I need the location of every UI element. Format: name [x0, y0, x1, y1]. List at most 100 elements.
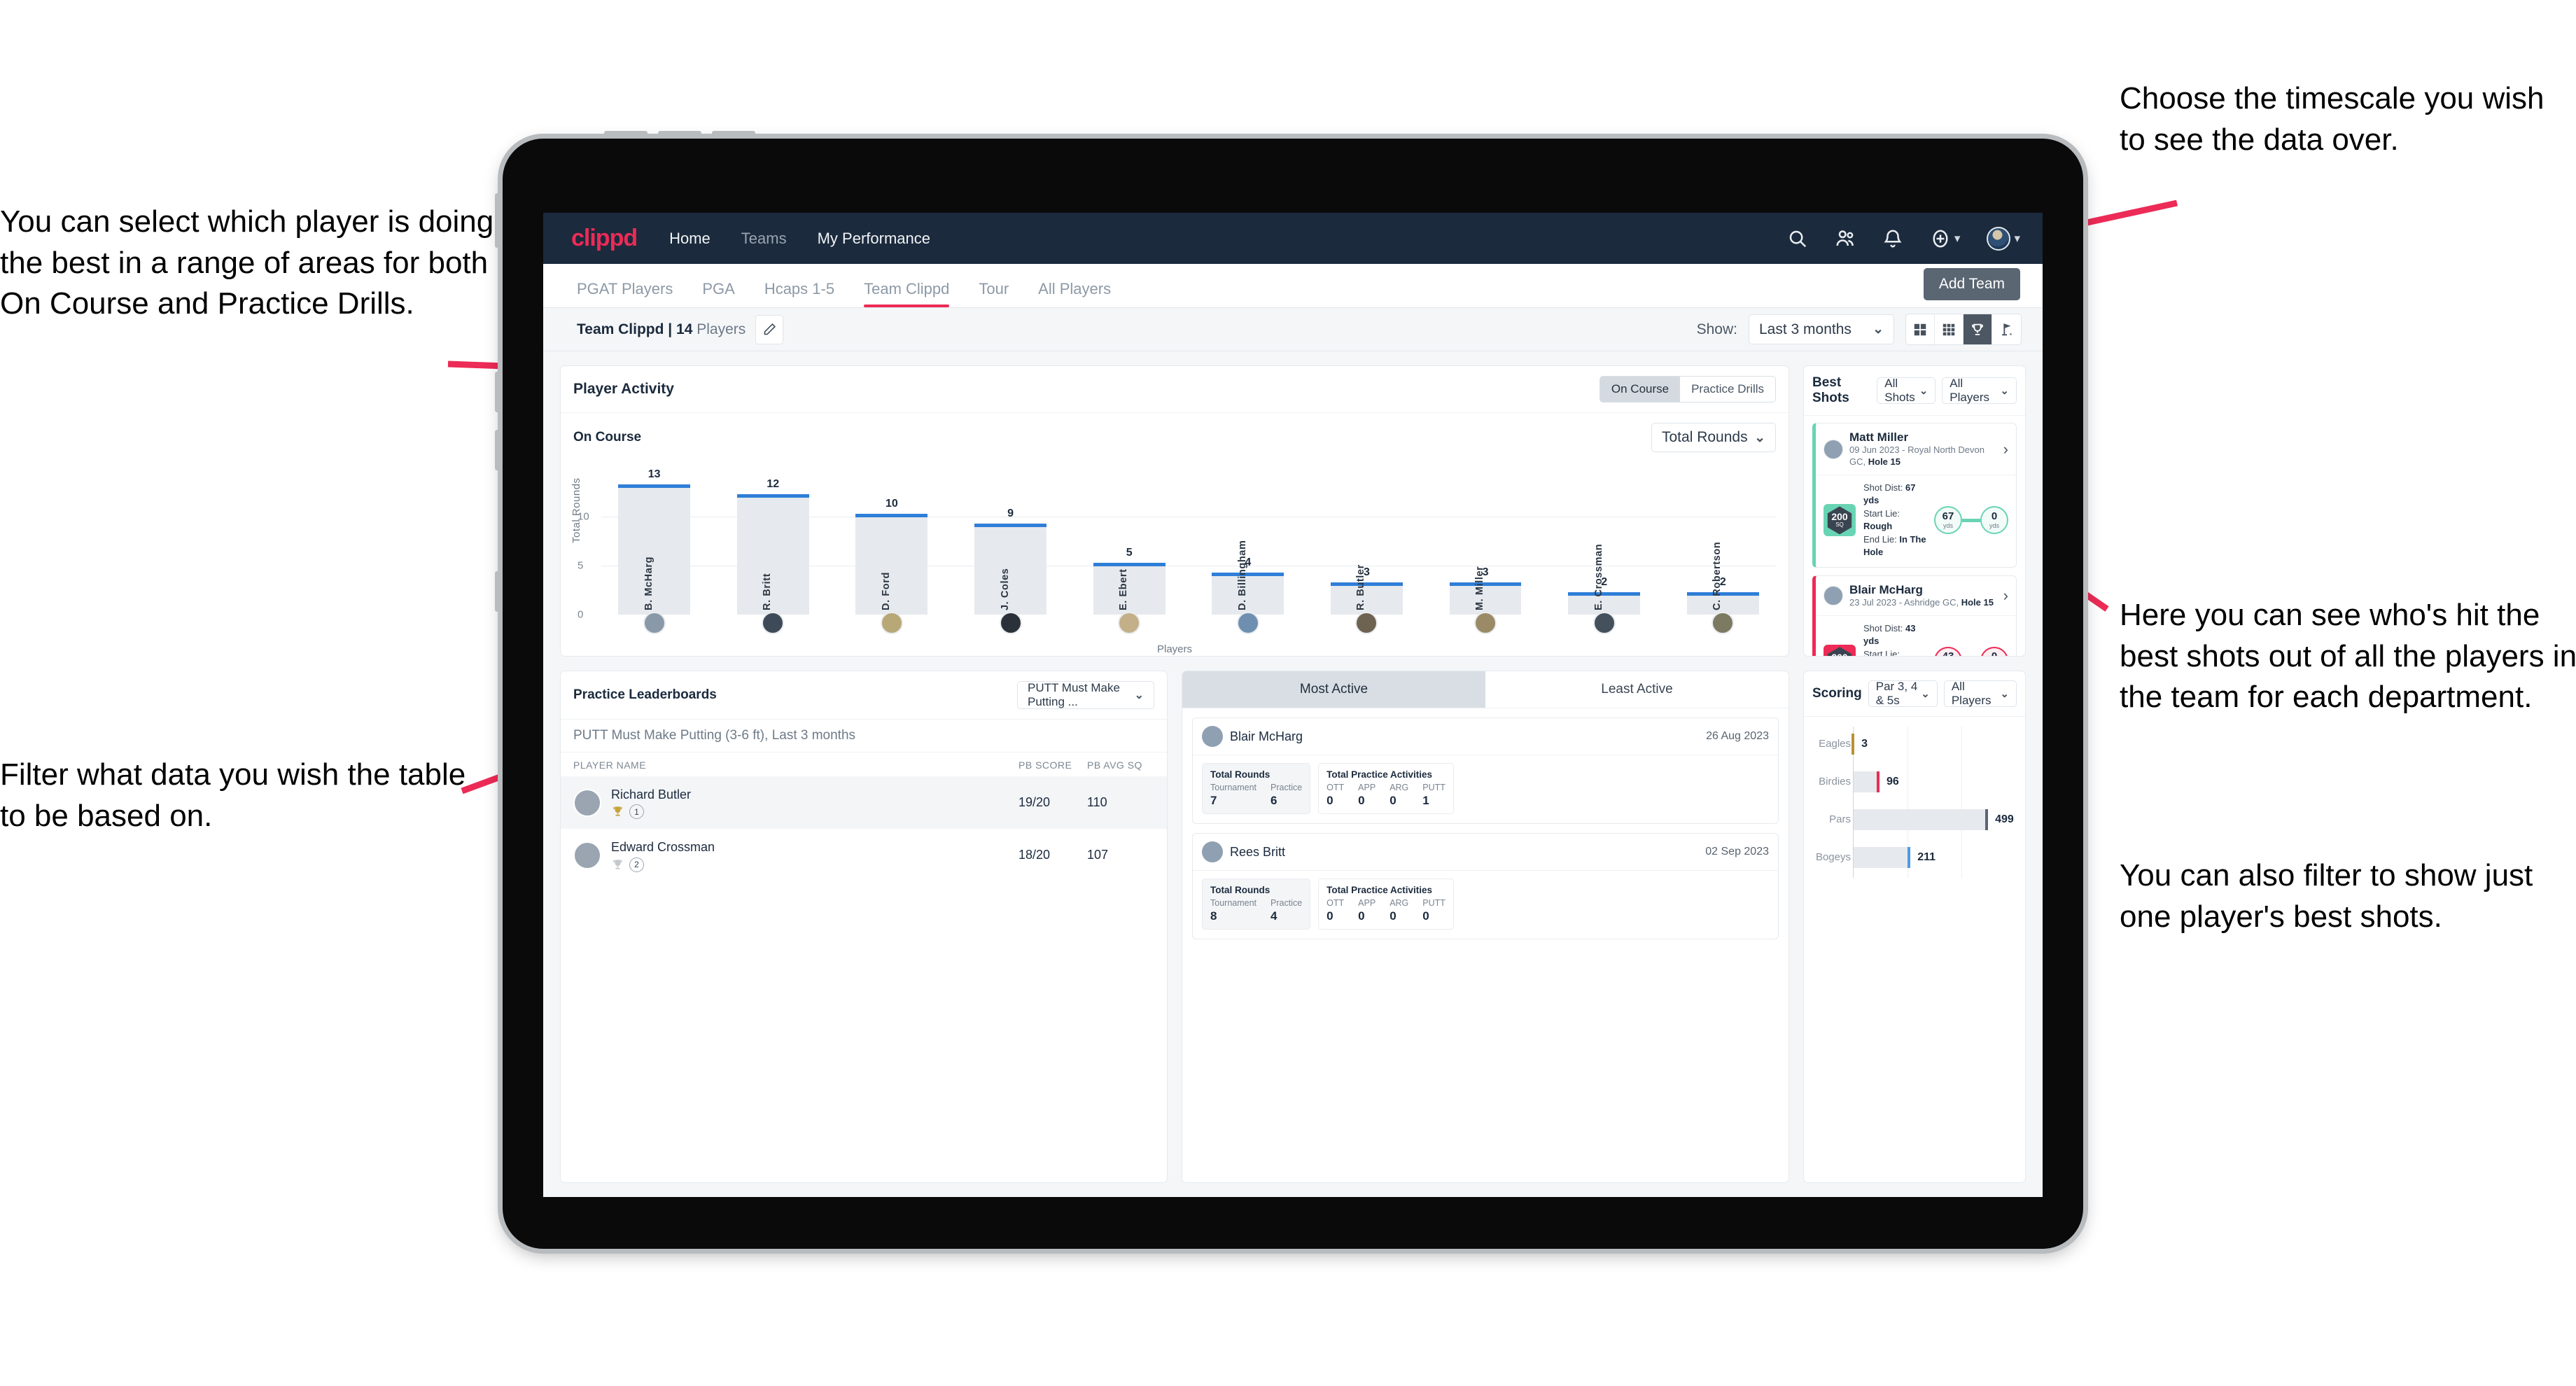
shot-distance-line: Shot Dist: 43 yds — [1863, 622, 1916, 647]
chevron-down-icon: ⌄ — [1134, 690, 1144, 701]
scoring-header: Scoring Par 3, 4 & 5s ⌄ All Players ⌄ — [1804, 671, 2025, 717]
best-shots-player-filter[interactable]: All Players ⌄ — [1942, 377, 2017, 404]
chart-bar[interactable]: D. Billingham — [1212, 540, 1284, 615]
nav-link-home[interactable]: Home — [669, 230, 710, 248]
plus-circle-icon[interactable] — [1930, 228, 1951, 249]
scoring-row[interactable]: Pars 499 — [1829, 808, 2015, 830]
chart-bar-column[interactable]: 13 B. McHarg — [601, 468, 707, 615]
chevron-right-icon[interactable]: › — [2003, 587, 2008, 605]
distance-from: 67 yds — [1934, 506, 1962, 535]
activity-player-card[interactable]: Blair McHarg 26 Aug 2023 Total Rounds Tourn… — [1192, 718, 1779, 824]
tab-team-clippd[interactable]: Team Clippd — [864, 280, 950, 307]
view-toggle-grid-2x2[interactable] — [1906, 314, 1935, 344]
tab-pga[interactable]: PGA — [702, 280, 734, 307]
view-toggle-trophy[interactable] — [1963, 314, 1992, 344]
scoring-player-filter[interactable]: All Players ⌄ — [1943, 680, 2017, 707]
toolbar-right-controls: Show: Last 3 months ⌄ — [1697, 314, 2022, 345]
avatar[interactable] — [1355, 612, 1378, 634]
activity-practice-value: 0 — [1390, 794, 1396, 807]
distance-to: 0yds — [1980, 506, 2008, 535]
bell-icon[interactable] — [1882, 228, 1903, 249]
chevron-down-icon: ⌄ — [1872, 322, 1884, 337]
chart-bar[interactable]: B. McHarg — [618, 484, 690, 615]
scoring-row[interactable]: Eagles 3 — [1819, 733, 2015, 755]
segment-practice-drills[interactable]: Practice Drills — [1680, 377, 1775, 402]
chart-bar[interactable]: R. Britt — [736, 494, 809, 615]
scoring-bar-tip — [1851, 733, 1855, 755]
nav-link-my-performance[interactable]: My Performance — [818, 230, 930, 248]
chart-bar[interactable]: D. Ford — [855, 514, 928, 615]
add-menu[interactable]: ▾ — [1930, 228, 1960, 249]
activity-player-card[interactable]: Rees Britt 02 Sep 2023 Total Rounds Tournam… — [1192, 833, 1779, 939]
chart-y-tick: 5 — [578, 559, 584, 572]
tab-all-players[interactable]: All Players — [1038, 280, 1111, 307]
avatar[interactable] — [999, 612, 1022, 634]
chart-bar[interactable]: E. Ebert — [1093, 563, 1166, 615]
add-team-button[interactable]: Add Team — [1923, 268, 2020, 300]
chart-bar-cap — [618, 484, 690, 488]
chart-bar-column[interactable]: 3 M. Miller — [1432, 477, 1538, 615]
activity-practice-stat: APP 0 — [1358, 898, 1376, 923]
avatar[interactable] — [643, 612, 666, 634]
tab-least-active[interactable]: Least Active — [1485, 671, 1788, 708]
chart-bar-column[interactable]: 5 E. Ebert — [1077, 477, 1182, 615]
table-row[interactable]: Richard Butler 1 19/20 110 — [561, 776, 1167, 830]
avatar[interactable] — [1236, 612, 1259, 634]
chart-bar[interactable]: M. Miller — [1449, 566, 1522, 615]
avatar[interactable] — [1592, 612, 1616, 634]
total-practice-title: Total Practice Activities — [1326, 885, 1432, 895]
clippd-logo[interactable]: clippd — [571, 225, 638, 252]
total-rounds-stats: Tournament 7 Practice 6 — [1210, 783, 1302, 808]
tab-hcaps-1-5[interactable]: Hcaps 1-5 — [764, 280, 834, 307]
activity-round-stat: Practice 6 — [1270, 783, 1302, 808]
view-toggle-grid-3x3[interactable] — [1935, 314, 1963, 344]
chart-avatar-cell — [1432, 612, 1538, 634]
tab-tour[interactable]: Tour — [979, 280, 1009, 307]
avatar[interactable] — [1118, 612, 1141, 634]
chart-bar-column[interactable]: 2 C. Robertson — [1670, 477, 1776, 615]
activity-card-body: Total Rounds Tournament 8 Practice 4 Total Pr… — [1193, 870, 1778, 939]
avatar — [1202, 841, 1223, 862]
avatar[interactable] — [1987, 226, 2011, 251]
best-shot-card[interactable]: Matt Miller 09 Jun 2023 - Royal North Dev… — [1812, 423, 2017, 568]
avatar[interactable] — [880, 612, 903, 634]
chart-bar[interactable]: R. Butler — [1331, 564, 1403, 615]
scoring-bar-value: 3 — [1861, 737, 1868, 750]
chart-bar[interactable]: J. Coles — [974, 524, 1046, 615]
scoring-bar-tip — [1907, 846, 1911, 868]
view-toggle-golf-flag[interactable] — [1992, 314, 2021, 344]
tab-most-active[interactable]: Most Active — [1182, 671, 1485, 708]
avatar[interactable] — [1474, 612, 1497, 634]
scoring-row[interactable]: Birdies 96 — [1819, 771, 2015, 792]
nav-link-teams[interactable]: Teams — [741, 230, 787, 248]
device-button-side-3 — [495, 430, 503, 470]
best-shot-card[interactable]: Blair McHarg 23 Jul 2023 - Ashridge GC, H… — [1812, 575, 2017, 656]
table-row[interactable]: Edward Crossman 2 18/20 107 — [561, 829, 1167, 881]
leaderboard-pb-avg-sq: 107 — [1087, 848, 1109, 862]
avatar[interactable] — [762, 612, 785, 634]
search-icon[interactable] — [1787, 228, 1808, 249]
chart-bar-column[interactable]: 4 D. Billingham — [1195, 477, 1301, 615]
chart-bar-column[interactable]: 2 E. Crossman — [1551, 477, 1657, 615]
chart-bar-column[interactable]: 9 J. Coles — [958, 477, 1063, 615]
avatar[interactable] — [1712, 612, 1735, 634]
account-menu[interactable]: ▾ — [1987, 226, 2020, 251]
chart-bar-column[interactable]: 12 R. Britt — [720, 477, 826, 615]
edit-team-button[interactable] — [755, 314, 784, 344]
chart-bar-column[interactable]: 10 D. Ford — [839, 477, 944, 615]
chart-bar-column[interactable]: 3 R. Butler — [1314, 477, 1420, 615]
people-icon[interactable] — [1835, 228, 1856, 249]
tab-pgat-players[interactable]: PGAT Players — [577, 280, 673, 307]
activity-round-stat: Practice 4 — [1270, 898, 1302, 923]
timescale-select[interactable]: Last 3 months ⌄ — [1749, 314, 1894, 344]
scoring-par-filter[interactable]: Par 3, 4 & 5s ⌄ — [1868, 680, 1938, 707]
segment-on-course[interactable]: On Course — [1600, 377, 1681, 402]
activity-practice-key: PUTT — [1422, 783, 1446, 792]
chevron-right-icon[interactable]: › — [2003, 440, 2008, 458]
metric-select[interactable]: Total Rounds ⌄ — [1651, 423, 1776, 452]
chart-bar-label: D. Ford — [880, 572, 892, 610]
scoring-category-label: Bogeys — [1815, 851, 1851, 864]
scoring-row[interactable]: Bogeys 211 — [1816, 846, 2015, 868]
best-shots-shot-filter[interactable]: All Shots ⌄ — [1877, 377, 1936, 404]
drill-select[interactable]: PUTT Must Make Putting ... ⌄ — [1017, 681, 1154, 709]
